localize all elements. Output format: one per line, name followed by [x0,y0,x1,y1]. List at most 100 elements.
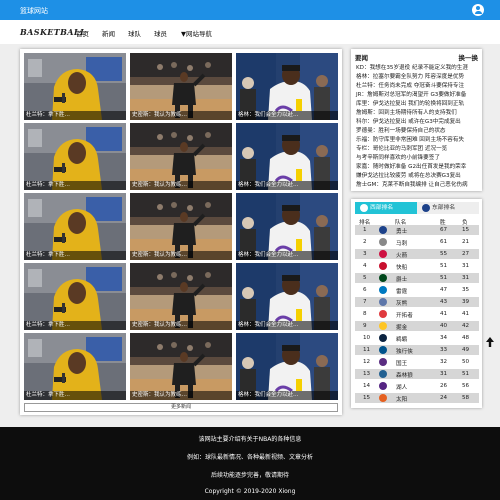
green-news-card[interactable]: 格林：我们会全力以赴… [236,53,338,120]
durant-news-card[interactable]: 杜兰特：拿下胜… [24,263,126,330]
standings-row[interactable]: 8 开拓者 41 41 [355,309,479,319]
photo-art [236,333,338,400]
headline-item[interactable]: 詹士GM：克莱不断自我编排 让自己恶化伤病 [356,180,468,188]
standings-row[interactable]: 1 勇士 67 15 [355,225,479,235]
team-name: 爵士 [396,276,408,283]
green-news-card[interactable]: 格林：我们会全力以赴… [236,263,338,330]
team-losses: 27 [462,250,470,257]
headline-item[interactable]: 乐福：防守库里非常困难 回到主场不容有失 [356,135,464,143]
team-logo-icon [379,346,387,354]
photo-art [236,53,338,120]
standings-row[interactable]: 10 鹈鹕 34 48 [355,333,479,343]
team-logo-icon [379,370,387,378]
team-rank: 10 [363,334,371,341]
headline-item[interactable]: 家嘉：随时做好准备 G2出任首发是我的荣幸 [356,162,466,170]
news-caption: 史密斯：我认为教练… [130,181,232,190]
main-nav: BASKETBALL 首页 新闻 球队 球员 ▼网站导航 [0,20,500,44]
standings-row[interactable]: 6 雷霆 47 35 [355,285,479,295]
durant-news-card[interactable]: 杜兰特：拿下胜… [24,333,126,400]
team-wins: 33 [440,346,448,353]
nav-item-home[interactable]: 首页 [76,28,89,38]
standings-row[interactable]: 12 国王 32 50 [355,357,479,367]
user-icon[interactable] [472,4,484,16]
nav-item-news[interactable]: 新闻 [102,28,115,38]
team-name: 马刺 [396,240,408,247]
footer-notice: 后续功能逐步完善，敬请期待 [210,472,289,479]
headline-item[interactable]: 嫌伊戈达拉比较疲劳 或将在总决赛G3复出 [356,171,461,179]
news-caption: 史密斯：我认为教练… [130,391,232,400]
nav-item-players[interactable]: 球员 [154,28,167,38]
headline-item[interactable]: 罗德曼：胜利一场要保持自己的状态 [356,126,446,134]
standings-row[interactable]: 2 马刺 61 21 [355,237,479,247]
team-name: 湖人 [396,384,408,391]
tab-west[interactable]: 西部排名 [355,202,417,214]
west-conference-icon [360,204,368,212]
green-news-card[interactable]: 格林：我们会全力以赴… [236,333,338,400]
site-name[interactable]: 篮球网站 [20,6,48,16]
standings-row[interactable]: 11 独行侠 33 49 [355,345,479,355]
durant-news-card[interactable]: 杜兰特：拿下胜… [24,193,126,260]
team-rank: 1 [363,226,367,233]
photo-art [236,263,338,330]
team-rank: 2 [363,238,367,245]
team-name: 雷霆 [396,288,408,295]
durant-news-card[interactable]: 杜兰特：拿下胜… [24,123,126,190]
coach-news-card[interactable]: 史密斯：我认为教练… [130,53,232,120]
standings-row[interactable]: 9 掘金 40 42 [355,321,479,331]
standings-row[interactable]: 15 太阳 24 58 [355,393,479,403]
standings-row[interactable]: 7 灰熊 43 39 [355,297,479,307]
standings-header: 排名 队名 胜 负 [355,216,479,226]
more-news-button[interactable]: 更多新闻 [24,403,338,412]
photo-art [24,193,126,260]
headline-item[interactable]: 格林：拉塞尔要霸全队努力 阵容深度是优势 [356,72,464,80]
team-wins: 51 [440,262,448,269]
team-logo-icon [379,238,387,246]
back-to-top-icon[interactable] [486,337,494,347]
photo-art [130,53,232,120]
team-losses: 31 [462,274,470,281]
footer: 该网站主要介绍有关于NBA的各种信息 例如：球队最新情况、各种最新视频、文章分析… [0,427,500,500]
headline-item[interactable]: 与考辛斯同样喜欢的小前锋要签了 [356,153,440,161]
refresh-button[interactable]: 换一换 [459,52,479,62]
headline-item[interactable]: 专栏：哥伦比亚的马刺军团 近况一览 [356,144,447,152]
news-caption: 格林：我们会全力以赴… [236,391,338,400]
coach-news-card[interactable]: 史密斯：我认为教练… [130,263,232,330]
team-wins: 40 [440,322,448,329]
green-news-card[interactable]: 格林：我们会全力以赴… [236,193,338,260]
headline-item[interactable]: 詹姆斯：回到主场期待所有人的支持我们 [356,108,457,116]
standings-row[interactable]: 4 快船 51 31 [355,261,479,271]
news-caption: 史密斯：我认为教练… [130,251,232,260]
green-news-card[interactable]: 格林：我们会全力以赴… [236,123,338,190]
team-rank: 12 [363,358,371,365]
headlines-box: 要闻 换一换 KD：我想在35岁退役 纪录不能定义我的生涯 格林：拉塞尔要霸全队努… [351,49,482,191]
coach-news-card[interactable]: 史密斯：我认为教练… [130,333,232,400]
coach-news-card[interactable]: 史密斯：我认为教练… [130,193,232,260]
team-logo-icon [379,274,387,282]
standings-row[interactable]: 3 火箭 55 27 [355,249,479,259]
headline-item[interactable]: KD：我想在35岁退役 纪录不能定义我的生涯 [356,63,468,71]
team-rank: 3 [363,250,367,257]
team-wins: 24 [440,394,448,401]
team-name: 掘金 [396,324,408,331]
news-caption: 杜兰特：拿下胜… [24,251,126,260]
nav-item-site-nav[interactable]: ▼网站导航 [181,28,212,38]
team-logo-icon [379,250,387,258]
team-rank: 15 [363,394,371,401]
standings-row[interactable]: 5 爵士 51 31 [355,273,479,283]
nav-item-teams[interactable]: 球队 [128,28,141,38]
headline-item[interactable]: 科尔：伊戈达拉复出 或许在G3中完成复出 [356,117,461,125]
headline-item[interactable]: JR：詹姆斯对总冠军的渴望开 G3要做好准备 [356,90,466,98]
team-name: 火箭 [396,252,408,259]
durant-news-card[interactable]: 杜兰特：拿下胜… [24,53,126,120]
tab-east[interactable]: 东部排名 [417,202,479,214]
team-wins: 47 [440,286,448,293]
headline-item[interactable]: 杜兰特：任务尚未完成 夺冠奋斗要保持专注 [356,81,464,89]
team-logo-icon [379,382,387,390]
standings-row[interactable]: 14 湖人 26 56 [355,381,479,391]
coach-news-card[interactable]: 史密斯：我认为教练… [130,123,232,190]
team-losses: 49 [462,346,470,353]
team-losses: 48 [462,334,470,341]
standings-row[interactable]: 13 森林狼 31 51 [355,369,479,379]
photo-art [24,53,126,120]
headline-item[interactable]: 库里：伊戈达拉复出 我们的轮换将回到正轨 [356,99,464,107]
